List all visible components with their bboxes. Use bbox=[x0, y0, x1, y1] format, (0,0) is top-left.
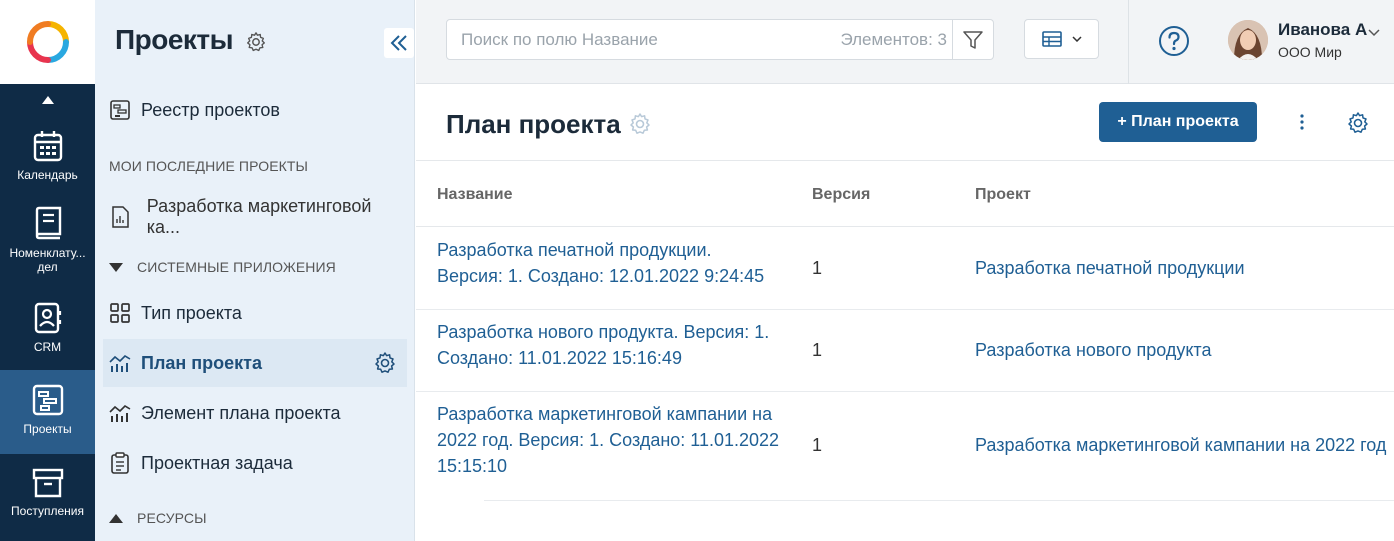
user-photo-icon bbox=[1228, 20, 1268, 60]
double-chevron-left-icon bbox=[390, 35, 407, 51]
report-document-icon bbox=[109, 206, 131, 228]
plan-name-link[interactable]: Разработка нового продукта. Версия: 1. С… bbox=[437, 319, 782, 371]
filter-icon bbox=[963, 30, 983, 49]
logo-icon bbox=[26, 21, 69, 63]
project-link[interactable]: Разработка маркетинговой кампании на 202… bbox=[975, 435, 1386, 456]
search-input[interactable] bbox=[461, 30, 831, 50]
rail-item-label: Номенклату... дел bbox=[9, 246, 86, 274]
table-header: Название Версия Проект bbox=[416, 160, 1394, 227]
items-count: Элементов: 3 bbox=[840, 30, 947, 49]
avatar[interactable] bbox=[1228, 20, 1268, 60]
sidebar-item-label: Проектная задача bbox=[141, 452, 293, 473]
caret-up-icon bbox=[109, 510, 123, 526]
sidebar-title: Проекты bbox=[115, 24, 234, 55]
section-recent-projects: МОИ ПОСЛЕДНИЕ ПРОЕКТЫ bbox=[109, 158, 308, 174]
sidebar-item-project-plan[interactable]: План проекта bbox=[103, 339, 407, 387]
rail-item-label: Проекты bbox=[23, 422, 72, 436]
rail-item-projects[interactable]: Проекты bbox=[0, 370, 95, 454]
rail-item-label: Календарь bbox=[17, 168, 78, 182]
rail-item-nomenclature[interactable]: Номенклату... дел bbox=[0, 206, 95, 282]
sidebar-item-project-task[interactable]: Проектная задача bbox=[103, 439, 407, 487]
archive-icon bbox=[32, 468, 63, 498]
table-row[interactable]: Разработка нового продукта. Версия: 1. С… bbox=[416, 310, 1394, 392]
sidebar-item-label: Разработка маркетинговой ка... bbox=[146, 196, 372, 237]
divider bbox=[1128, 0, 1129, 84]
section-system-apps[interactable]: СИСТЕМНЫЕ ПРИЛОЖЕНИЯ bbox=[109, 259, 336, 275]
gear-icon[interactable] bbox=[373, 351, 397, 380]
plan-version: 1 bbox=[812, 340, 823, 360]
view-mode-button[interactable] bbox=[1024, 19, 1099, 59]
filter-button[interactable] bbox=[952, 20, 993, 59]
project-link[interactable]: Разработка печатной продукции bbox=[975, 258, 1245, 279]
plan-name-link[interactable]: Разработка маркетинговой кампании на 202… bbox=[437, 401, 782, 479]
table-row[interactable]: Разработка печатной продукции. Версия: 1… bbox=[416, 227, 1394, 310]
rail-item-label: Поступления bbox=[11, 504, 84, 518]
contact-card-icon bbox=[34, 302, 61, 334]
plan-version: 1 bbox=[812, 435, 823, 455]
user-organization: ООО Мир bbox=[1278, 44, 1342, 60]
app-logo[interactable] bbox=[0, 0, 95, 84]
sidebar-item-label: Элемент плана проекта bbox=[141, 402, 341, 423]
chart-analytics-icon bbox=[109, 402, 131, 424]
column-header-name[interactable]: Название bbox=[437, 186, 513, 204]
main-content: План проекта + План проекта Название Вер… bbox=[416, 85, 1394, 541]
sidebar-item-recent-project[interactable]: Разработка маркетинговой ка... bbox=[103, 193, 407, 241]
rail-item-crm[interactable]: CRM bbox=[0, 302, 95, 362]
calendar-icon bbox=[33, 131, 62, 162]
rail-item-calendar[interactable]: Календарь bbox=[0, 130, 95, 190]
gear-icon[interactable] bbox=[628, 112, 652, 141]
book-icon bbox=[35, 206, 61, 240]
sidebar-item-label: План проекта bbox=[141, 352, 262, 373]
sidebar-item-registry[interactable]: Реестр проектов bbox=[103, 86, 407, 134]
section-label: СИСТЕМНЫЕ ПРИЛОЖЕНИЯ bbox=[137, 259, 336, 275]
app-rail: Календарь Номенклату... дел CRM Проекты bbox=[0, 0, 95, 541]
plan-version: 1 bbox=[812, 258, 823, 278]
projects-icon bbox=[32, 384, 63, 416]
chart-analytics-icon bbox=[109, 352, 131, 374]
section-resources[interactable]: РЕСУРСЫ bbox=[109, 510, 207, 526]
more-vertical-icon[interactable] bbox=[1296, 111, 1308, 138]
projects-sidebar: Проекты Реестр проектов МОИ ПОСЛЕДНИЕ ПР… bbox=[95, 0, 415, 541]
gear-icon[interactable] bbox=[1346, 111, 1370, 140]
row-divider bbox=[484, 500, 1394, 501]
sidebar-item-plan-element[interactable]: Элемент плана проекта bbox=[103, 389, 407, 437]
collapse-sidebar-button[interactable] bbox=[384, 28, 414, 58]
grid-icon bbox=[109, 302, 131, 324]
sidebar-item-label: Реестр проектов bbox=[141, 99, 280, 120]
table-view-icon bbox=[1041, 31, 1062, 47]
column-header-version[interactable]: Версия bbox=[812, 186, 870, 204]
column-header-project[interactable]: Проект bbox=[975, 186, 1031, 204]
project-link[interactable]: Разработка нового продукта bbox=[975, 340, 1211, 361]
page-title: План проекта bbox=[446, 109, 621, 139]
user-name[interactable]: Иванова А bbox=[1278, 20, 1367, 40]
rail-scroll-up-icon[interactable] bbox=[0, 90, 95, 110]
plan-name-link[interactable]: Разработка печатной продукции. Версия: 1… bbox=[437, 237, 782, 289]
section-label: МОИ ПОСЛЕДНИЕ ПРОЕКТЫ bbox=[109, 158, 309, 174]
table-row[interactable]: Разработка маркетинговой кампании на 202… bbox=[416, 392, 1394, 501]
clipboard-icon bbox=[109, 452, 131, 474]
help-icon[interactable] bbox=[1158, 25, 1190, 62]
registry-icon bbox=[109, 99, 131, 121]
caret-down-icon bbox=[109, 259, 123, 275]
chevron-down-icon[interactable] bbox=[1368, 24, 1380, 42]
gear-icon[interactable] bbox=[245, 31, 267, 58]
search-box: Элементов: 3 bbox=[446, 19, 994, 60]
section-label: РЕСУРСЫ bbox=[137, 510, 207, 526]
add-project-plan-button[interactable]: + План проекта bbox=[1099, 102, 1257, 142]
rail-item-label: CRM bbox=[33, 340, 62, 354]
top-bar: Элементов: 3 Иванова А ООО Мир bbox=[416, 0, 1394, 84]
rail-item-incoming[interactable]: Поступления bbox=[0, 468, 95, 528]
sidebar-item-project-type[interactable]: Тип проекта bbox=[103, 289, 407, 337]
sidebar-item-label: Тип проекта bbox=[141, 302, 242, 323]
chevron-down-icon bbox=[1071, 36, 1082, 42]
